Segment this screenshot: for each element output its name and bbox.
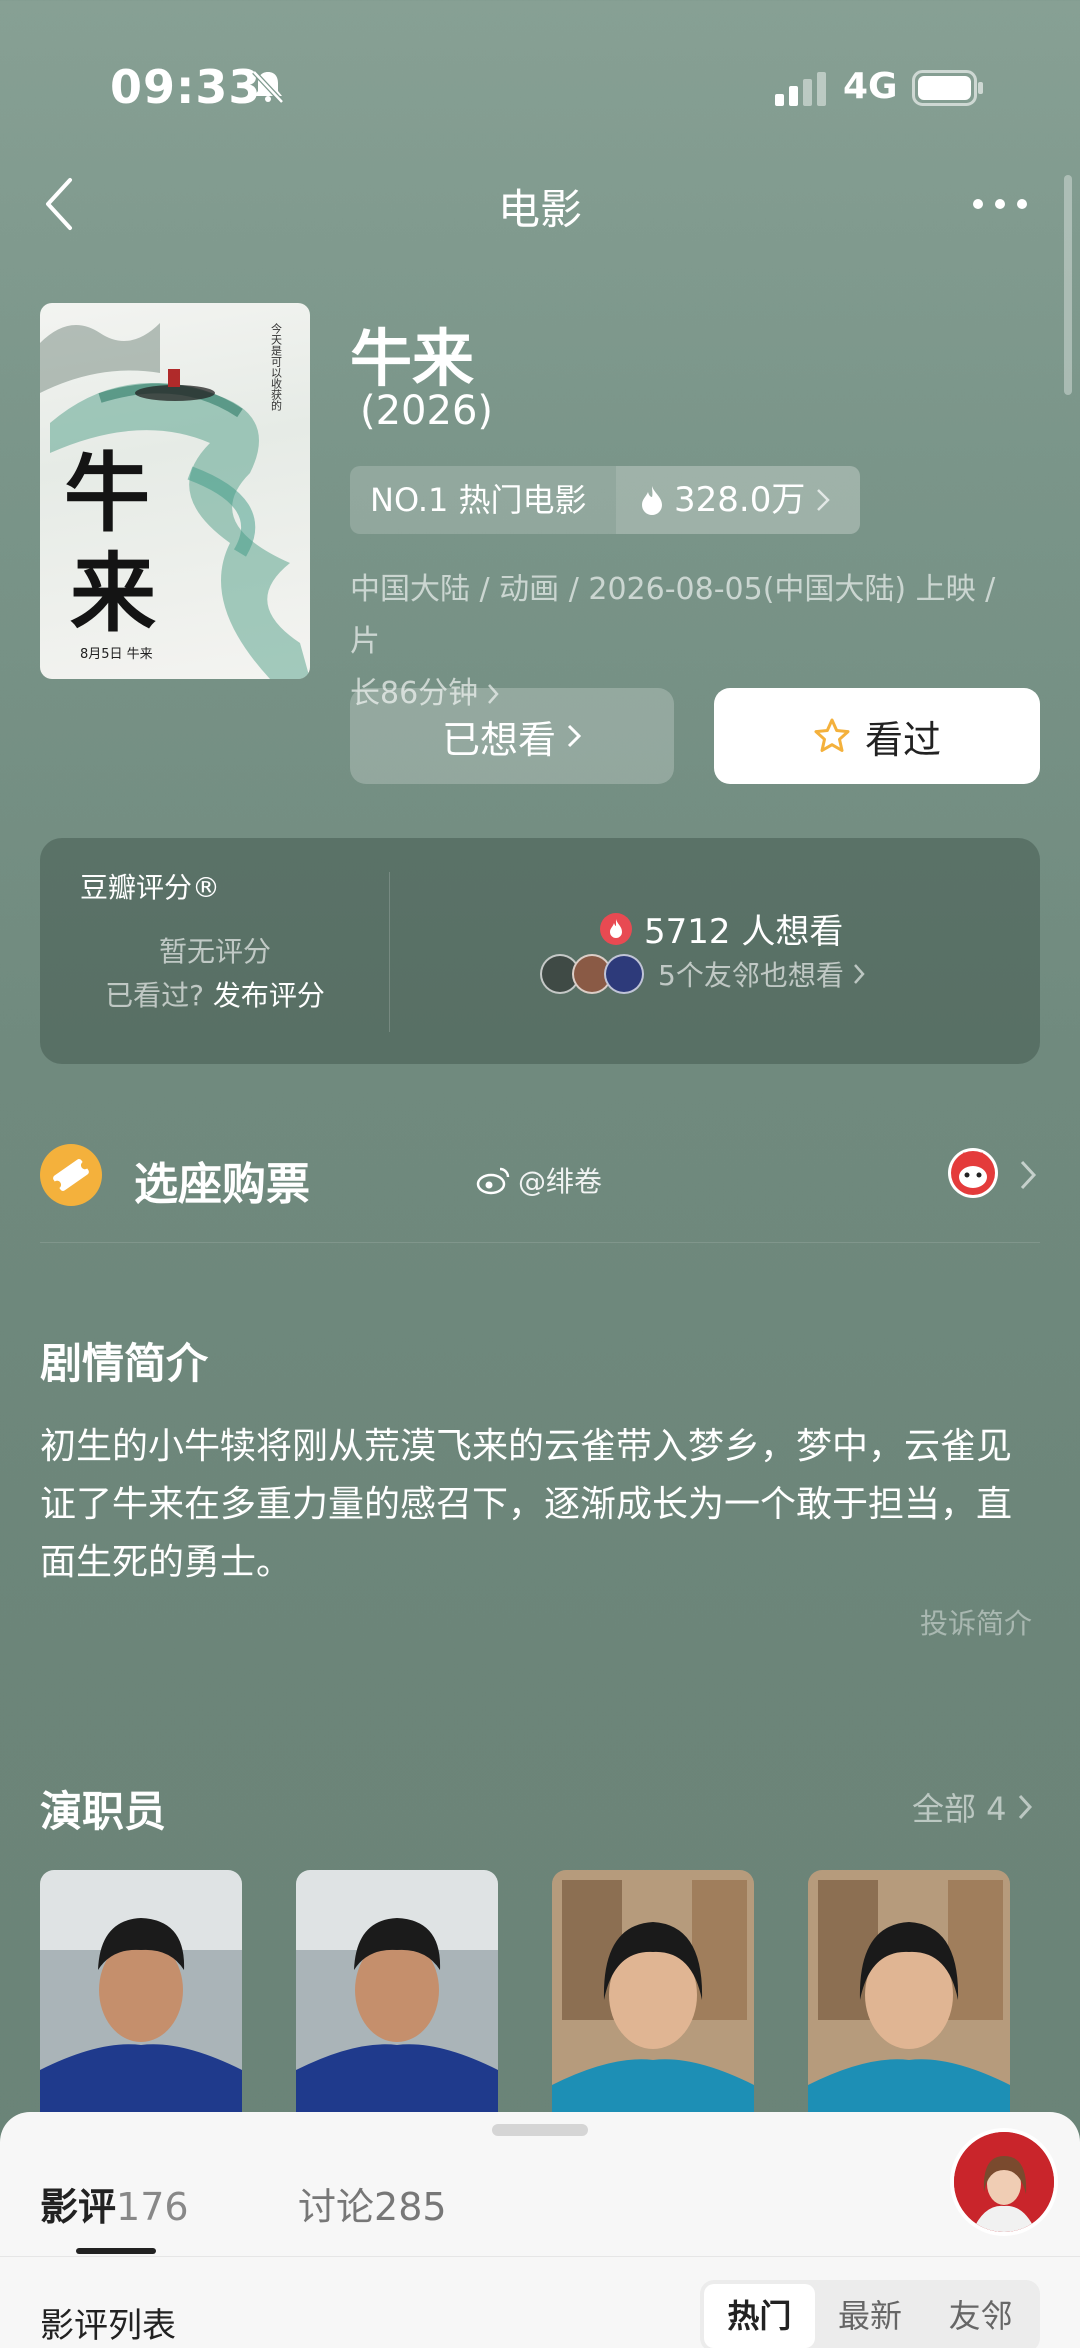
- bell-muted-icon: [252, 70, 284, 104]
- rank-label: NO.1 热门电影: [370, 481, 587, 519]
- sort-hot[interactable]: 热门: [704, 2284, 815, 2348]
- poster-artwork: 牛 来 今天是可以收获的 8月5日 牛来: [40, 322, 310, 679]
- svg-text:牛: 牛: [64, 443, 150, 544]
- svg-text:来: 来: [70, 543, 156, 644]
- tab-reviews-label: 影评: [40, 2185, 117, 2229]
- cast-title: 演职员: [40, 1787, 167, 1836]
- cast-photo[interactable]: [552, 1870, 754, 2130]
- active-tab-indicator: [76, 2248, 156, 2254]
- scrollbar[interactable]: [1064, 175, 1072, 395]
- buy-ticket-label[interactable]: 选座购票: [134, 1148, 310, 1212]
- status-time: 09:33: [110, 60, 262, 114]
- network-type: 4G: [843, 66, 898, 107]
- tab-discussion-count: 285: [374, 2185, 447, 2229]
- report-synopsis-link[interactable]: 投诉简介: [920, 1602, 1032, 1642]
- want-count-text: 5712 人想看: [644, 912, 844, 952]
- movie-poster[interactable]: 牛 来 今天是可以收获的 8月5日 牛来: [40, 303, 310, 679]
- heat-badge[interactable]: 328.0万: [616, 466, 860, 534]
- chevron-right-icon: [817, 489, 831, 511]
- cast-all-link[interactable]: 全部 4: [912, 1784, 1033, 1830]
- tab-discussion-label: 讨论: [298, 2185, 375, 2229]
- wish-button[interactable]: 已想看: [350, 688, 674, 784]
- douban-rating-label: 豆瓣评分®: [80, 871, 221, 904]
- divider: [0, 2256, 1080, 2257]
- tab-discussion[interactable]: 讨论285: [298, 2176, 447, 2231]
- meta-line-1: 中国大陆 / 动画 / 2026-08-05(中国大陆) 上映 / 片: [350, 572, 996, 659]
- synopsis-title: 剧情简介: [40, 1339, 209, 1388]
- weibo-handle: @绯卷: [518, 1165, 603, 1198]
- review-list-label: 影评列表: [40, 2306, 176, 2346]
- floating-avatar[interactable]: [950, 2128, 1058, 2236]
- cast-photo[interactable]: [296, 1870, 498, 2130]
- sort-segmented-control[interactable]: 热门 最新 友邻: [700, 2280, 1040, 2348]
- rating-divider: [389, 872, 390, 1032]
- tab-reviews[interactable]: 影评176: [40, 2176, 189, 2231]
- sort-latest[interactable]: 最新: [815, 2284, 926, 2348]
- friends-want-row[interactable]: 5个友邻也想看: [540, 954, 866, 994]
- svg-text:今天是可以收获的: 今天是可以收获的: [270, 322, 283, 412]
- divider: [40, 1242, 1040, 1243]
- chevron-right-icon[interactable]: [1018, 1158, 1038, 1192]
- cast-photo[interactable]: [808, 1870, 1010, 2130]
- page-title: 电影: [497, 185, 582, 234]
- signal-icon: [775, 72, 826, 106]
- sheet-handle[interactable]: [492, 2124, 588, 2136]
- seen-prompt: 已看过?: [105, 979, 204, 1012]
- chevron-right-icon: [853, 964, 865, 984]
- flame-icon: [642, 486, 662, 515]
- star-icon: [814, 718, 850, 752]
- tab-reviews-count: 176: [116, 2185, 189, 2229]
- movie-title: 牛来: [350, 322, 475, 395]
- seen-button-label: 看过: [864, 717, 941, 762]
- maoyan-cat-icon[interactable]: [948, 1148, 998, 1198]
- battery-icon: [912, 70, 983, 106]
- publish-rating-row[interactable]: 已看过? 发布评分: [80, 974, 350, 1014]
- friends-want-text: 5个友邻也想看: [658, 959, 844, 992]
- chevron-right-icon: [567, 724, 582, 748]
- cast-photo[interactable]: [40, 1870, 242, 2130]
- no-rating-text: 暂无评分: [158, 935, 271, 968]
- movie-year: (2026): [360, 388, 494, 434]
- heat-value: 328.0万: [674, 480, 806, 520]
- publish-rating-link[interactable]: 发布评分: [213, 979, 325, 1012]
- synopsis-text: 初生的小牛犊将刚从荒漠飞来的云雀带入梦乡，梦中，云雀见证了牛来在多重力量的感召下…: [40, 1426, 1013, 1583]
- cast-all-label: 全部 4: [912, 1790, 1007, 1828]
- flame-badge-icon: [600, 912, 632, 945]
- avatar: [604, 954, 644, 994]
- rank-badge[interactable]: NO.1 热门电影 328.0万: [350, 466, 860, 534]
- svg-text:8月5日 牛来: 8月5日 牛来: [80, 647, 153, 662]
- sort-friends[interactable]: 友邻: [925, 2284, 1036, 2348]
- weibo-watermark: @绯卷: [476, 1160, 602, 1200]
- want-count: 5712 人想看: [600, 904, 843, 953]
- ticket-icon[interactable]: [40, 1144, 102, 1206]
- chevron-right-icon: [1018, 1794, 1032, 1820]
- seen-button[interactable]: 看过: [714, 688, 1040, 784]
- weibo-icon: [476, 1167, 510, 1195]
- more-icon[interactable]: [970, 196, 1030, 212]
- wish-button-label: 已想看: [441, 717, 556, 762]
